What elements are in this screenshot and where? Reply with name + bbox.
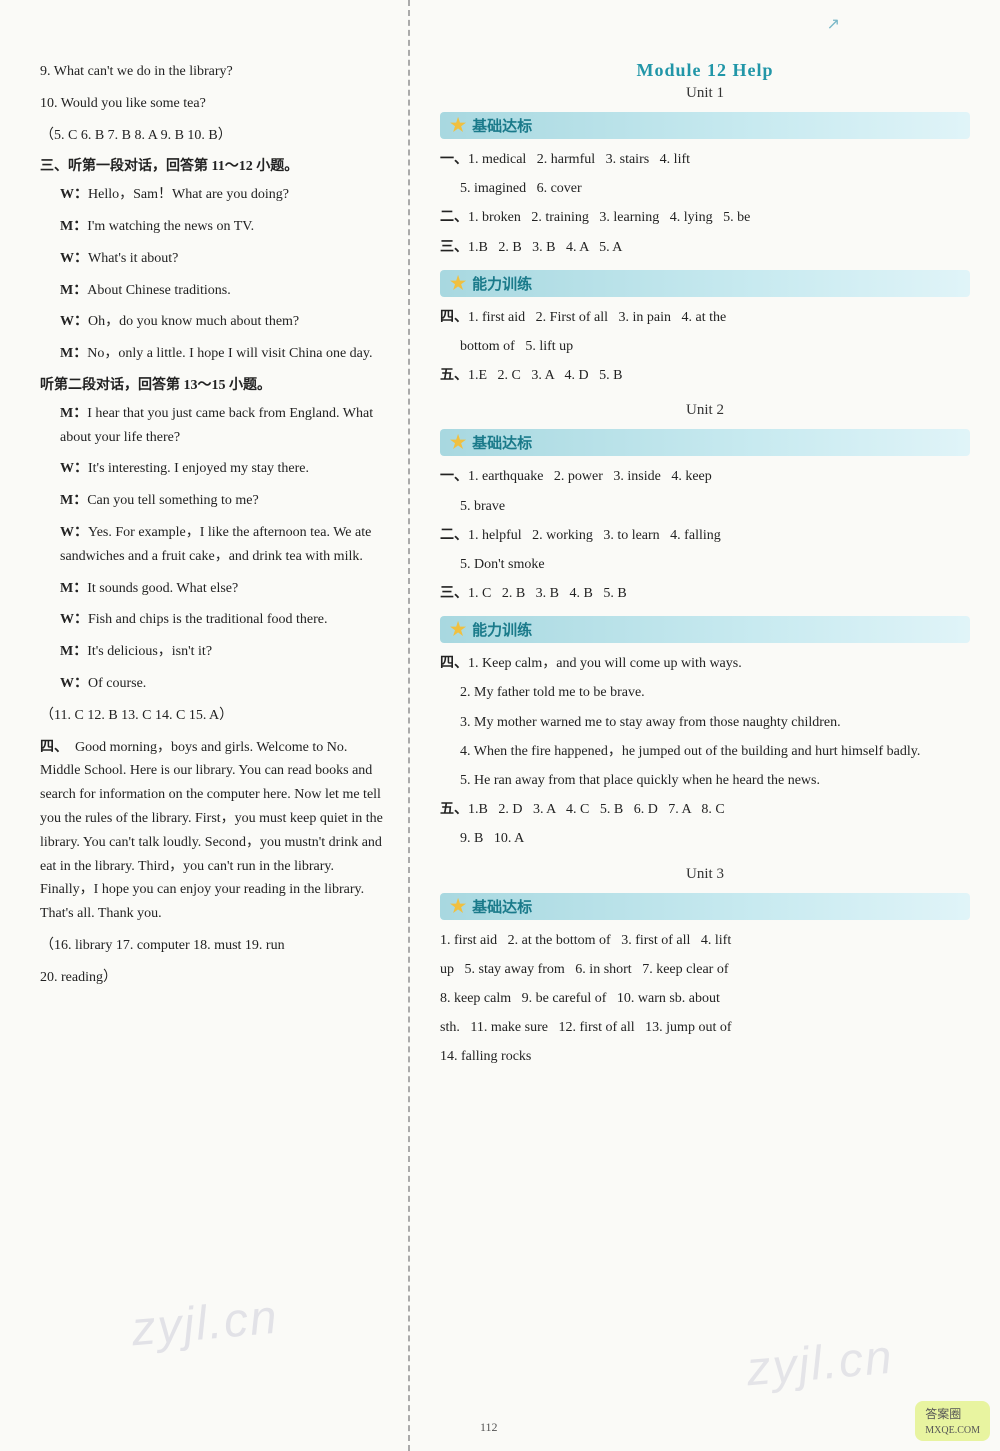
section-4-passage: 四、 Good morning，boys and girls. Welcome … (40, 736, 388, 926)
unit2-sentence2: 2. My father told me to be brave. (460, 680, 970, 705)
line-9: 9. What can't we do in the library? (40, 60, 388, 84)
answers-16-19: （16. library 17. computer 18. must 19. r… (40, 934, 388, 958)
unit2-sentence5: 5. He ran away from that place quickly w… (460, 768, 970, 793)
unit2-nenglixunlian-banner: ★ 能力训练 (440, 616, 970, 643)
answers-5-10: （5. C 6. B 7. B 8. A 9. B 10. B） (40, 124, 388, 148)
page-number: 112 (480, 1420, 498, 1435)
unit3-row1c: 8. keep calm 9. be careful of 10. warn s… (440, 986, 970, 1011)
unit3-row1b: up 5. stay away from 6. in short 7. keep… (440, 957, 970, 982)
unit2-title: Unit 2 (440, 402, 970, 419)
unit2-row3: 三、1. C 2. B 3. B 4. B 5. B (440, 581, 970, 606)
dialog-w4: W：It's interesting. I enjoyed my stay th… (60, 457, 388, 481)
star-icon-4: ★ (450, 619, 466, 640)
unit2-row2b: 5. Don't smoke (460, 552, 970, 577)
page: 9. What can't we do in the library? 10. … (0, 0, 1000, 1451)
star-icon-3: ★ (450, 432, 466, 453)
unit2-row1: 一、1. earthquake 2. power 3. inside 4. ke… (440, 464, 970, 489)
unit3-row1e: 14. falling rocks (440, 1044, 970, 1069)
top-mark: ↗ (827, 14, 840, 34)
bottom-logo: 答案圈 MXQE.COM (915, 1401, 990, 1441)
unit2-jichudabiao-banner: ★ 基础达标 (440, 429, 970, 456)
dialog-w1: W：Hello，Sam！What are you doing? (60, 183, 388, 207)
star-icon-2: ★ (450, 273, 466, 294)
answers-11-15: （11. C 12. B 13. C 14. C 15. A） (40, 704, 388, 728)
module-title: Module 12 Help (440, 60, 970, 81)
line-10: 10. Would you like some tea? (40, 92, 388, 116)
star-icon-5: ★ (450, 896, 466, 917)
section-13-15: 听第二段对话，回答第 13～15 小题。 (40, 374, 388, 398)
dialog-m3: M：No，only a little. I hope I will visit … (60, 342, 388, 366)
left-column: 9. What can't we do in the library? 10. … (0, 0, 410, 1451)
unit1-row4b: bottom of 5. lift up (460, 334, 970, 359)
dialog-m1: M：I'm watching the news on TV. (60, 215, 388, 239)
dialog-w5: W：Yes. For example，I like the afternoon … (60, 521, 388, 569)
unit3-jichudabiao-banner: ★ 基础达标 (440, 893, 970, 920)
section-3: 三、听第一段对话，回答第 11～12 小题。 (40, 155, 388, 179)
unit1-jichudabiao-banner: ★ 基础达标 (440, 112, 970, 139)
dialog-m4: M：I hear that you just came back from En… (60, 402, 388, 450)
unit1-title: Unit 1 (440, 85, 970, 102)
dialog-w2: W：What's it about? (60, 247, 388, 271)
unit3-row1d: sth. 11. make sure 12. first of all 13. … (440, 1015, 970, 1040)
unit1-nenglixunlian-banner: ★ 能力训练 (440, 270, 970, 297)
star-icon-1: ★ (450, 115, 466, 136)
unit1-row3: 三、1.B 2. B 3. B 4. A 5. A (440, 235, 970, 260)
unit1-row1: 一、1. medical 2. harmful 3. stairs 4. lif… (440, 147, 970, 172)
unit2-row4: 四、1. Keep calm，and you will come up with… (440, 651, 970, 676)
unit2-row1b: 5. brave (460, 494, 970, 519)
unit1-row1b: 5. imagined 6. cover (460, 176, 970, 201)
unit2-sentence3: 3. My mother warned me to stay away from… (460, 710, 970, 735)
unit2-sentence4: 4. When the fire happened，he jumped out … (460, 739, 970, 764)
dialog-m2: M：About Chinese traditions. (60, 279, 388, 303)
unit2-row2: 二、1. helpful 2. working 3. to learn 4. f… (440, 523, 970, 548)
dialog-w6: W：Fish and chips is the traditional food… (60, 608, 388, 632)
unit1-row5: 五、1.E 2. C 3. A 4. D 5. B (440, 363, 970, 388)
dialog-w7: W：Of course. (60, 672, 388, 696)
dialog-w3: W：Oh，do you know much about them? (60, 310, 388, 334)
unit3-row1: 1. first aid 2. at the bottom of 3. firs… (440, 928, 970, 953)
unit1-row4: 四、1. first aid 2. First of all 3. in pai… (440, 305, 970, 330)
unit2-row5: 五、1.B 2. D 3. A 4. C 5. B 6. D 7. A 8. C (440, 797, 970, 822)
answers-20: 20. reading） (40, 966, 388, 990)
right-column: Module 12 Help Unit 1 ★ 基础达标 一、1. medica… (410, 0, 1000, 1451)
unit2-row5b: 9. B 10. A (460, 826, 970, 851)
dialog-m6: M：It sounds good. What else? (60, 577, 388, 601)
dialog-m5: M：Can you tell something to me? (60, 489, 388, 513)
unit1-row2: 二、1. broken 2. training 3. learning 4. l… (440, 205, 970, 230)
dialog-m7: M：It's delicious，isn't it? (60, 640, 388, 664)
unit3-title: Unit 3 (440, 866, 970, 883)
